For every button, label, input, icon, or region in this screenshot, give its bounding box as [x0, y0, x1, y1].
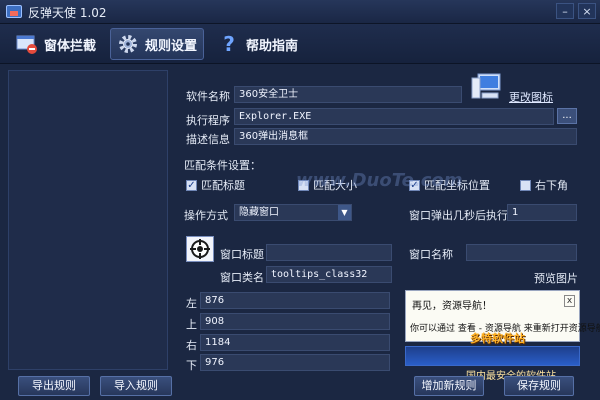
save-rule-button[interactable]: 保存规则: [504, 376, 574, 396]
checkbox-checked-icon: ✓: [186, 179, 197, 191]
coord-top-field[interactable]: 908: [200, 313, 390, 330]
title-bar[interactable]: 反弹天使 1.02 – ×: [0, 0, 600, 24]
coord-left-field[interactable]: 876: [200, 292, 390, 309]
tab-rule-settings[interactable]: 规则设置: [110, 28, 205, 60]
chevron-down-icon[interactable]: ▼: [338, 205, 351, 220]
coord-right-label: 右: [186, 339, 197, 352]
toolbar: 窗体拦截 规则设置 ? 帮助指南: [0, 24, 600, 64]
match-title-label: 匹配标题: [201, 179, 245, 192]
bottom-right-checkbox[interactable]: 右下角: [520, 177, 568, 193]
exec-program-field[interactable]: Explorer.EXE: [234, 108, 554, 125]
window-title: 反弹天使 1.02: [28, 6, 107, 20]
action-select[interactable]: 隐藏窗口 ▼: [234, 204, 352, 221]
browse-button[interactable]: ...: [557, 108, 577, 124]
watermark-corner: 多特软件站: [470, 332, 525, 345]
import-rules-button[interactable]: 导入规则: [100, 376, 172, 396]
description-label: 描述信息: [186, 133, 230, 146]
coord-left-label: 左: [186, 297, 197, 310]
window-name-field[interactable]: [466, 244, 577, 261]
preview-close-icon: x: [564, 295, 575, 307]
window-name-label: 窗口名称: [409, 248, 453, 261]
preview-taskbar: [405, 346, 580, 366]
software-name-field[interactable]: 360安全卫士: [234, 86, 462, 103]
window-block-icon: [16, 33, 38, 55]
coord-bottom-label: 下: [186, 359, 197, 372]
window-title-field[interactable]: [266, 244, 392, 261]
help-icon: ?: [218, 32, 240, 56]
computer-icon: [470, 72, 504, 105]
svg-text:?: ?: [223, 33, 235, 55]
match-title-checkbox[interactable]: ✓ 匹配标题: [186, 177, 245, 193]
action-label: 操作方式: [184, 209, 228, 222]
close-button[interactable]: ×: [578, 3, 596, 19]
delay-label: 窗口弹出几秒后执行: [409, 209, 508, 222]
window-controls: – ×: [556, 3, 596, 19]
minimize-button[interactable]: –: [556, 3, 574, 19]
tab-window-block[interactable]: 窗体拦截: [10, 28, 102, 60]
gear-icon: [117, 33, 139, 55]
preview-line-1: 再见，资源导航！: [412, 301, 492, 312]
watermark-text: www.DuoTe.com: [296, 170, 463, 191]
tab-window-block-label: 窗体拦截: [44, 38, 97, 54]
change-icon-link[interactable]: 更改图标: [509, 89, 553, 105]
bottom-right-label: 右下角: [535, 179, 568, 192]
window-title-label: 窗口标题: [220, 248, 264, 261]
tab-help[interactable]: ? 帮助指南: [212, 28, 304, 60]
coord-bottom-field[interactable]: 976: [200, 354, 390, 371]
tab-rule-settings-label: 规则设置: [145, 38, 198, 54]
export-rules-button[interactable]: 导出规则: [18, 376, 90, 396]
match-section-label: 匹配条件设置：: [184, 159, 261, 172]
window-finder-icon[interactable]: [186, 236, 214, 262]
software-name-label: 软件名称: [186, 90, 230, 103]
app-logo-icon: [6, 5, 22, 18]
rule-list-panel[interactable]: [8, 70, 168, 370]
coord-right-field[interactable]: 1184: [200, 334, 390, 351]
tab-help-label: 帮助指南: [246, 38, 299, 54]
description-field[interactable]: 360弹出消息框: [234, 128, 577, 145]
window-class-label: 窗口类名: [220, 271, 264, 284]
delay-field[interactable]: 1: [507, 204, 577, 221]
add-rule-button[interactable]: 增加新规则: [414, 376, 484, 396]
app-window: 反弹天使 1.02 – × 窗体拦截 规则设置 ? 帮助指南 软件名称 360安…: [0, 0, 600, 400]
coord-top-label: 上: [186, 318, 197, 331]
checkbox-unchecked-icon: [520, 179, 531, 191]
preview-label: 预览图片: [534, 272, 578, 285]
window-class-field[interactable]: tooltips_class32: [266, 266, 392, 283]
action-select-value: 隐藏窗口: [239, 207, 279, 218]
exec-program-label: 执行程序: [186, 114, 230, 127]
